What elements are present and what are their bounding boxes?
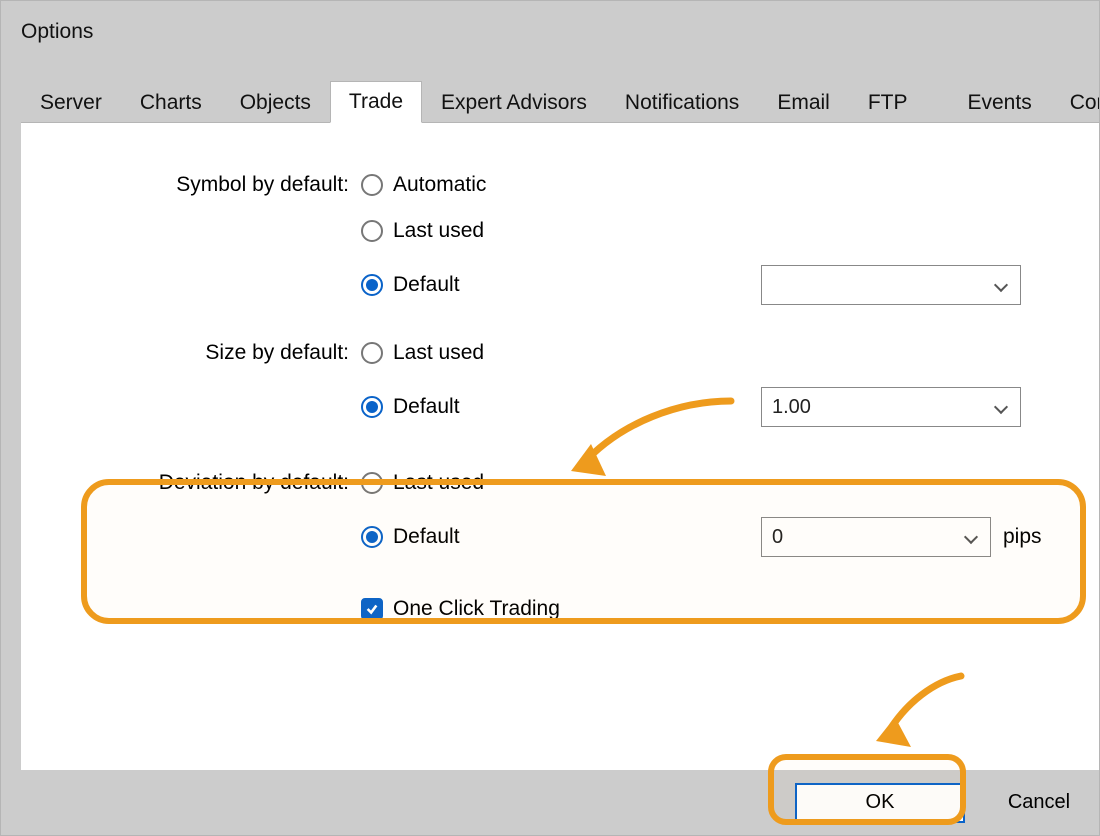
chevron-down-icon [994, 400, 1008, 414]
ok-button-label: OK [866, 791, 895, 813]
symbol-default-combo[interactable] [761, 265, 1021, 305]
one-click-trading-label: One Click Trading [393, 597, 560, 621]
options-window: Options Server Charts Objects Trade Expe… [0, 0, 1100, 836]
size-default-value: 1.00 [772, 396, 811, 419]
ok-button[interactable]: OK [795, 783, 965, 823]
window-title: Options [1, 1, 1099, 63]
one-click-trading-checkbox[interactable]: One Click Trading [361, 579, 761, 621]
tab-community[interactable]: Com [1051, 82, 1100, 123]
radio-icon [361, 220, 383, 242]
tab-objects[interactable]: Objects [221, 82, 330, 123]
radio-icon [361, 472, 383, 494]
dialog-footer: OK Cancel [21, 770, 1099, 835]
size-default-combo[interactable]: 1.00 [761, 387, 1021, 427]
chevron-down-icon [994, 278, 1008, 292]
deviation-label: Deviation by default: [51, 449, 361, 495]
radio-selected-icon [361, 396, 383, 418]
symbol-last-radio[interactable]: Last used [361, 219, 761, 243]
form-grid: Symbol by default: Automatic Last used D… [51, 173, 1069, 621]
symbol-default-label: Default [393, 273, 460, 297]
symbol-last-label: Last used [393, 219, 484, 243]
tab-events[interactable]: Events [949, 82, 1051, 123]
cancel-button[interactable]: Cancel [979, 783, 1099, 823]
tab-content: Symbol by default: Automatic Last used D… [21, 122, 1099, 770]
size-default-radio[interactable]: Default [361, 395, 761, 419]
chevron-down-icon [964, 530, 978, 544]
tab-ftp[interactable]: FTP [849, 82, 949, 123]
tab-expert-advisors[interactable]: Expert Advisors [422, 82, 606, 123]
deviation-default-combo[interactable]: 0 [761, 517, 991, 557]
radio-selected-icon [361, 526, 383, 548]
symbol-automatic-radio[interactable]: Automatic [361, 173, 761, 197]
deviation-last-radio[interactable]: Last used [361, 449, 761, 495]
tab-email[interactable]: Email [758, 82, 849, 123]
tab-notifications[interactable]: Notifications [606, 82, 758, 123]
tab-server[interactable]: Server [21, 82, 121, 123]
window-title-text: Options [21, 20, 93, 44]
symbol-automatic-label: Automatic [393, 173, 486, 197]
radio-icon [361, 174, 383, 196]
deviation-default-radio[interactable]: Default [361, 525, 761, 549]
deviation-last-label: Last used [393, 471, 484, 495]
symbol-default-radio[interactable]: Default [361, 273, 761, 297]
tab-trade[interactable]: Trade [330, 81, 422, 123]
radio-icon [361, 342, 383, 364]
size-last-radio[interactable]: Last used [361, 327, 761, 365]
deviation-default-value: 0 [772, 526, 783, 549]
checkbox-checked-icon [361, 598, 383, 620]
deviation-unit-label: pips [1003, 525, 1042, 549]
cancel-button-label: Cancel [1008, 791, 1070, 813]
tab-charts[interactable]: Charts [121, 82, 221, 123]
size-label: Size by default: [51, 327, 361, 365]
size-last-label: Last used [393, 341, 484, 365]
size-default-label: Default [393, 395, 460, 419]
symbol-label: Symbol by default: [51, 173, 361, 197]
deviation-default-label: Default [393, 525, 460, 549]
tab-strip: Server Charts Objects Trade Expert Advis… [21, 79, 1099, 123]
radio-selected-icon [361, 274, 383, 296]
